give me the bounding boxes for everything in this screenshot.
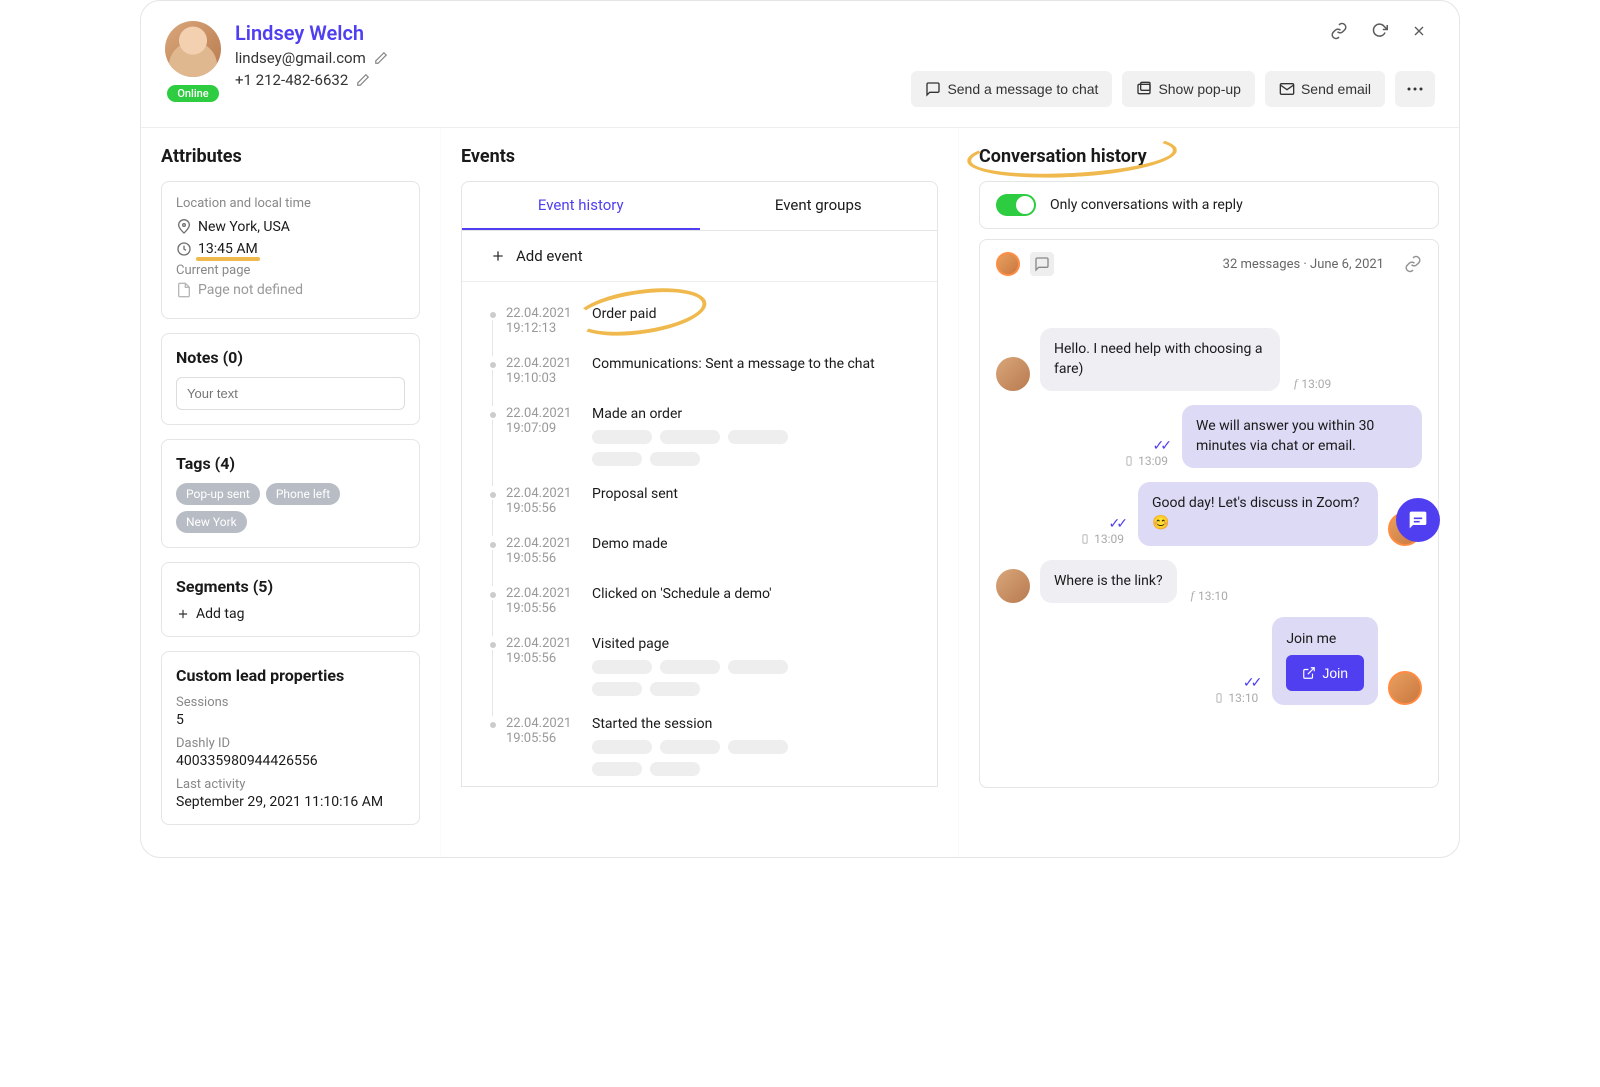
profile-email: lindsey@gmail.com (235, 49, 366, 67)
agent-avatar (1388, 671, 1422, 705)
tab-event-groups[interactable]: Event groups (700, 182, 938, 230)
chat-icon (1030, 252, 1054, 276)
customer-avatar (996, 357, 1030, 391)
segments-card: Segments (5) Add tag (161, 562, 420, 637)
edit-icon[interactable] (374, 51, 388, 65)
tag[interactable]: Phone left (266, 483, 340, 505)
notes-input[interactable] (176, 377, 405, 410)
tags-card: Tags (4) Pop-up sentPhone leftNew York (161, 439, 420, 548)
link-icon[interactable] (1404, 255, 1422, 273)
read-icon: ✓✓ (1243, 675, 1258, 691)
event-item: 22.04.202119:05:56Started the session (486, 706, 913, 786)
conversation-filter: Only conversations with a reply (979, 181, 1439, 229)
pin-icon (176, 219, 192, 235)
conversation-header: 32 messages · June 6, 2021 (979, 239, 1439, 288)
profile-avatar (165, 21, 221, 77)
event-item: 22.04.202119:07:09Made an order (486, 396, 913, 476)
filter-toggle[interactable] (996, 194, 1036, 216)
join-card: Join me Join (1272, 617, 1378, 705)
copy-link-icon[interactable] (1329, 21, 1349, 41)
events-title: Events (461, 146, 938, 167)
join-button[interactable]: Join (1286, 655, 1364, 691)
event-item: 22.04.202119:05:56Clicked on 'Schedule a… (486, 576, 913, 626)
add-tag-button[interactable]: Add tag (176, 606, 405, 622)
custom-props-card: Custom lead properties Sessions 5 Dashly… (161, 651, 420, 825)
profile-name[interactable]: Lindsey Welch (235, 21, 388, 45)
notes-card: Notes (0) (161, 333, 420, 425)
close-icon[interactable] (1409, 21, 1429, 41)
edit-icon[interactable] (356, 73, 370, 87)
status-badge: Online (167, 85, 218, 102)
agent-avatar (996, 252, 1020, 276)
read-icon: ✓✓ (1153, 438, 1168, 454)
message-out: We will answer you within 30 minutes via… (1182, 405, 1422, 468)
customer-avatar (996, 569, 1030, 603)
message-out: Good day! Let's discuss in Zoom? 😊 (1138, 482, 1378, 545)
device-icon (1214, 691, 1224, 705)
profile-phone: +1 212-482-6632 (235, 71, 348, 89)
device-icon (1124, 454, 1134, 468)
send-email-button[interactable]: Send email (1265, 71, 1385, 107)
show-popup-button[interactable]: Show pop-up (1122, 71, 1255, 107)
refresh-icon[interactable] (1369, 21, 1389, 41)
chat-body: Hello. I need help with choosing a fare)… (979, 288, 1439, 788)
clock-icon (176, 241, 192, 257)
profile-header: Online Lindsey Welch lindsey@gmail.com +… (141, 1, 1459, 128)
device-icon (1080, 532, 1090, 546)
location-card: Location and local time New York, USA 13… (161, 181, 420, 319)
chat-fab[interactable] (1396, 498, 1440, 542)
event-item: 22.04.202119:05:56Visited page (486, 626, 913, 706)
tag[interactable]: Pop-up sent (176, 483, 260, 505)
event-item: 22.04.202119:05:56Proposal sent (486, 476, 913, 526)
read-icon: ✓✓ (1109, 516, 1124, 532)
message-in: Where is the link? (1040, 560, 1177, 604)
attributes-title: Attributes (161, 146, 420, 167)
channel-icon: f (1294, 376, 1297, 391)
tag[interactable]: New York (176, 511, 247, 533)
send-chat-button[interactable]: Send a message to chat (911, 71, 1112, 107)
add-event-button[interactable]: Add event (462, 231, 937, 282)
message-in: Hello. I need help with choosing a fare) (1040, 328, 1280, 391)
page-icon (176, 282, 192, 298)
event-item: 22.04.202119:12:13Order paid (486, 296, 913, 346)
more-button[interactable] (1395, 71, 1435, 107)
channel-icon: f (1191, 588, 1194, 603)
event-item: 22.04.202119:05:56Demo made (486, 526, 913, 576)
tab-event-history[interactable]: Event history (462, 182, 700, 230)
event-item: 22.04.202119:10:03Communications: Sent a… (486, 346, 913, 396)
conversation-title: Conversation history (979, 146, 1439, 167)
